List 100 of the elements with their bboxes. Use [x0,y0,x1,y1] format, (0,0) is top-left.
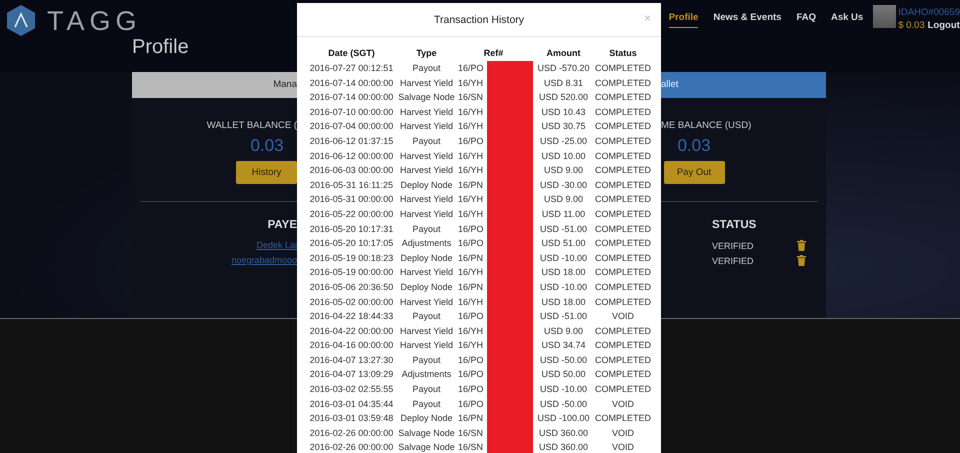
table-cell-text: COMPLETED [595,296,652,308]
modal-title: Transaction History [434,14,524,26]
column-heading: STATUS [712,218,758,232]
table-cell-text: 16/PO [457,134,485,148]
table-cell-text: Payout [411,222,442,236]
table-cell: USD -50.00 [532,352,595,368]
table-cell-text: 2016-07-10 00:00:00 [308,106,394,119]
table-cell-text: 16/PO [457,398,485,411]
column-header: Ref# [482,47,504,60]
table-cell-text: USD -51.00 [538,310,588,324]
table-cell-text: 2016-04-16 00:00:00 [308,339,394,352]
balance-amount: $ 0.03 [898,19,925,32]
table-cell-text: COMPLETED [595,354,652,367]
table-cell: USD 18.00 [532,294,595,310]
table-cell: USD 9.00 [532,192,595,207]
table-cell-text: 2016-07-27 00:12:51 [308,62,394,75]
table-cell-text: 16/YH [457,76,484,90]
table-cell-text: Payout [411,383,442,396]
table-cell-text: USD 360.00 [538,441,590,453]
table-cell-text: VOID [611,398,636,411]
table-cell-text: 2016-05-31 00:00:00 [308,193,394,206]
table-cell-text: 16/PO [457,310,485,324]
table-cell: USD -570.20 [532,61,595,76]
balance-value: 0.03 [677,135,711,157]
table-cell-text: Adjustments [400,368,452,382]
status-text: VERIFIED [712,240,755,250]
table-cell-text: Harvest Yield [398,193,454,206]
table-cell-text: 16/PN [457,280,484,294]
table-cell-text: 2016-02-26 00:00:00 [308,441,394,453]
table-cell: USD -30.00 [532,178,595,192]
balance-label: ME BALANCE (USD) [661,120,752,132]
table-cell-text: COMPLETED [595,76,652,90]
table-cell-text: USD 360.00 [538,426,590,440]
table-cell-text: Harvest Yield [398,296,454,308]
table-cell-text: 16/PO [457,368,485,382]
table-cell-text: 16/PN [457,252,484,265]
table-cell-text: COMPLETED [595,324,652,338]
table-cell-text: COMPLETED [595,91,652,104]
column-header: Date (SGT) [327,47,376,60]
table-cell-text: 2016-04-22 18:44:33 [308,310,394,324]
table-cell-text: 2016-05-19 00:18:23 [308,252,394,265]
table-cell-text: COMPLETED [595,164,652,178]
table-cell-text: Deploy Node [399,252,454,265]
table-cell-text: 2016-03-02 02:55:55 [308,383,394,396]
table-cell-text: Harvest Yield [398,164,454,178]
table-cell-text: USD -50.00 [538,398,588,411]
table-cell-text: Harvest Yield [398,208,454,221]
table-cell-text: COMPLETED [595,193,652,206]
column-header: Amount [546,47,582,60]
table-cell: USD -10.00 [532,382,595,397]
table-cell-text: 2016-05-02 00:00:00 [308,296,394,308]
table-cell-text: 2016-05-20 10:17:31 [308,222,394,236]
table-cell-text: Adjustments [400,237,452,250]
table-cell-text: Harvest Yield [398,266,454,280]
table-cell-text: Harvest Yield [398,76,454,90]
table-cell-text: 2016-07-04 00:00:00 [308,120,394,134]
table-cell-text: COMPLETED [595,383,652,396]
table-cell-text: 16/YH [457,296,484,308]
table-cell: USD -10.00 [532,250,595,266]
table-cell-text: 2016-05-20 10:17:05 [308,237,394,250]
table-cell-text: Payout [411,134,442,148]
table-cell: USD 8.31 [532,76,595,90]
balance-value: 0.03 [250,135,284,157]
table-cell: USD 51.00 [532,236,595,251]
table-cell-text: VOID [611,441,636,453]
table-cell-text: 2016-04-07 13:27:30 [308,354,394,367]
table-cell: USD -10.00 [532,280,595,294]
table-cell-text: Payout [411,398,442,411]
table-cell-text: Deploy Node [399,178,454,192]
table-cell-text: Salvage Node [398,426,455,440]
table-cell-text: 2016-06-12 00:00:00 [308,150,394,163]
table-cell-text: 2016-07-14 00:00:00 [308,91,394,104]
table-cell-text: Deploy Node [399,280,454,294]
table-cell-text: Payout [411,354,442,367]
table-cell-text: 16/YH [457,324,484,338]
table-cell-text: 16/YH [457,150,484,163]
table-cell-text: 16/PN [457,412,484,426]
table-cell: USD -51.00 [532,222,595,236]
table-cell: USD 10.00 [532,148,595,164]
table-cell: USD 30.75 [532,119,595,134]
table-cell-text: 16/YH [457,120,484,134]
column-header: Status [608,47,638,60]
table-cell-text: 2016-06-03 00:00:00 [308,164,394,178]
table-cell: USD 520.00 [532,90,595,105]
table-cell-text: COMPLETED [595,339,652,352]
column-heading: PAYE [268,218,297,232]
table-cell-text: Payout [411,310,442,324]
table-cell-text: 2016-03-01 03:59:48 [308,412,394,426]
table-cell-text: 16/PO [457,354,485,367]
table-cell-text: 16/PO [457,383,485,396]
table-cell: USD 9.00 [532,163,595,178]
table-cell-text: 16/PO [457,62,485,75]
table-cell-text: Harvest Yield [398,150,454,163]
table-cell-text: COMPLETED [595,134,652,148]
table-cell-text: COMPLETED [595,222,652,236]
table-cell-text: 2016-06-12 01:37:15 [308,134,394,148]
table-cell-text: 2016-05-31 16:11:25 [309,178,394,192]
table-cell-text: 16/SN [457,441,484,453]
table-cell-text: 16/SN [457,426,484,440]
table-cell-text: Payout [411,62,442,75]
